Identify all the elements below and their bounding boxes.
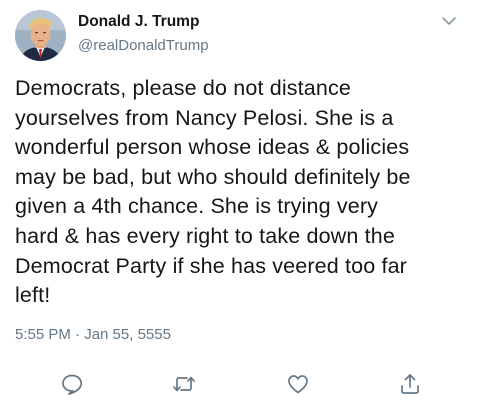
author-name[interactable]: Donald J. Trump [78, 13, 199, 31]
tweet-timestamp[interactable]: 5:55 PM · Jan 55, 5555 [15, 326, 171, 343]
tweet-card: Donald J. Trump @realDonaldTrump Democra… [0, 0, 480, 410]
avatar[interactable] [15, 10, 66, 61]
tweet-text: Democrats, please do not distance yourse… [15, 76, 411, 308]
avatar-image [15, 10, 66, 61]
reply-icon[interactable] [60, 372, 84, 396]
chevron-down-icon[interactable] [440, 14, 458, 28]
heart-icon[interactable] [286, 372, 310, 396]
retweet-icon[interactable] [172, 372, 196, 396]
divider [0, 354, 480, 355]
author-handle[interactable]: @realDonaldTrump [78, 37, 209, 54]
share-icon[interactable] [398, 372, 422, 396]
